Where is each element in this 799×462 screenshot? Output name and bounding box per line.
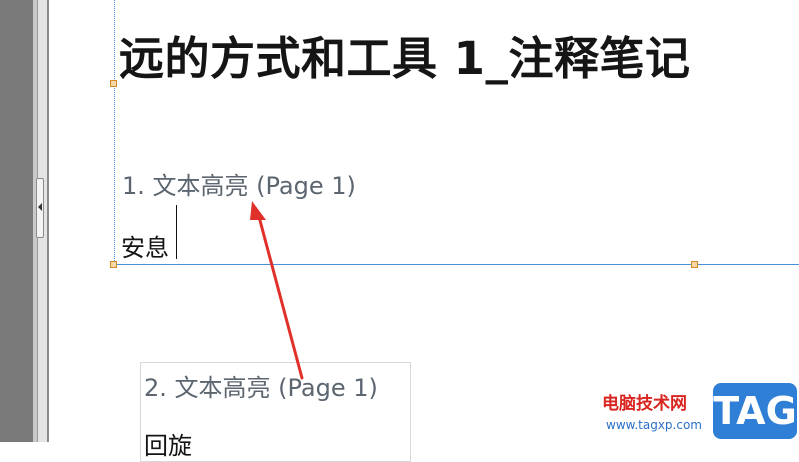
note-title: 远的方式和工具 1_注释笔记 — [119, 32, 691, 85]
resize-handle-bottom-middle[interactable] — [691, 261, 698, 268]
highlight-label-2: 2. 文本高亮 (Page 1) — [144, 374, 378, 402]
chevron-left-icon — [38, 203, 42, 211]
sidebar-splitter-edge — [47, 0, 49, 442]
text-cursor — [176, 205, 177, 259]
collapse-sidebar-button[interactable] — [36, 178, 44, 238]
highlight-text-1[interactable]: 安息 — [121, 228, 169, 263]
highlight-label-1: 1. 文本高亮 (Page 1) — [122, 172, 356, 200]
watermark-tag-logo: TAG — [713, 383, 797, 439]
resize-handle-left-top[interactable] — [110, 80, 117, 87]
watermark-url: www.tagxp.com — [606, 418, 702, 432]
window-frame-left — [0, 0, 33, 442]
watermark-site-name: 电脑技术网 — [602, 394, 687, 414]
highlight-text-2[interactable]: 回旋 — [144, 426, 192, 461]
resize-handle-bottom-left[interactable] — [110, 261, 117, 268]
